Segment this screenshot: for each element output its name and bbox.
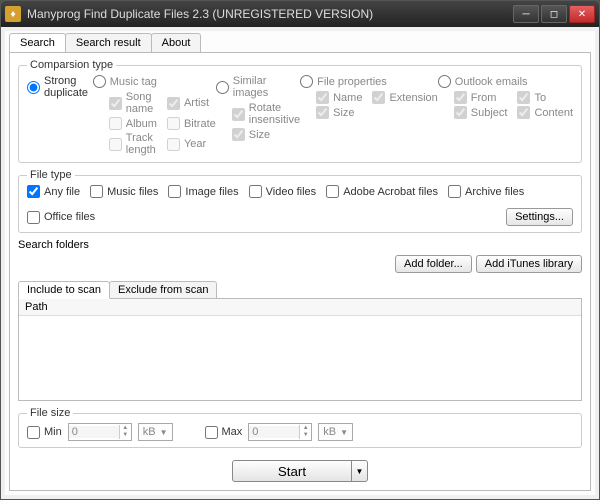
check-year[interactable]: Year	[167, 132, 216, 156]
check-fp-name[interactable]: Name	[316, 91, 362, 104]
filesize-group: File size Min ▲▼ kB▼ Max ▲▼ kB▼	[18, 407, 582, 448]
add-folder-button[interactable]: Add folder...	[395, 255, 472, 273]
radio-strong-duplicate[interactable]: Strong duplicate	[27, 75, 93, 99]
check-ol-to[interactable]: To	[517, 91, 573, 104]
radio-outlook-emails[interactable]: Outlook emails	[438, 75, 573, 88]
spin-up-icon[interactable]: ▲	[119, 425, 131, 432]
check-min-size[interactable]: Min	[27, 426, 62, 439]
minimize-button[interactable]: ─	[513, 5, 539, 23]
check-ol-subject[interactable]: Subject	[454, 106, 508, 119]
close-button[interactable]: ✕	[569, 5, 595, 23]
window-title: Manyprog Find Duplicate Files 2.3 (UNREG…	[27, 7, 513, 21]
filetype-group: File type Any file Music files Image fil…	[18, 169, 582, 233]
tab-about[interactable]: About	[151, 33, 202, 52]
check-album[interactable]: Album	[109, 117, 157, 130]
min-unit-select[interactable]: kB▼	[138, 423, 173, 441]
check-acrobat-files[interactable]: Adobe Acrobat files	[326, 185, 438, 198]
check-image-files[interactable]: Image files	[168, 185, 238, 198]
comparison-group: Comparsion type Strong duplicate Music t…	[18, 59, 582, 163]
titlebar[interactable]: ♦ Manyprog Find Duplicate Files 2.3 (UNR…	[1, 1, 599, 27]
radio-music-tag[interactable]: Music tag	[93, 75, 216, 88]
min-size-input[interactable]: ▲▼	[68, 423, 132, 441]
search-folders-label: Search folders	[18, 239, 582, 251]
check-song-name[interactable]: Song name	[109, 91, 157, 115]
tab-include-scan[interactable]: Include to scan	[18, 281, 110, 299]
check-max-size[interactable]: Max	[205, 426, 243, 439]
filetype-legend: File type	[27, 169, 75, 181]
tab-search-result[interactable]: Search result	[65, 33, 152, 52]
app-window: ♦ Manyprog Find Duplicate Files 2.3 (UNR…	[0, 0, 600, 500]
spin-down-icon[interactable]: ▼	[119, 432, 131, 439]
settings-button[interactable]: Settings...	[506, 208, 573, 226]
radio-similar-images[interactable]: Similar images	[216, 75, 300, 99]
radio-file-properties[interactable]: File properties	[300, 75, 438, 88]
check-video-files[interactable]: Video files	[249, 185, 317, 198]
check-office-files[interactable]: Office files	[27, 211, 95, 224]
add-itunes-button[interactable]: Add iTunes library	[476, 255, 582, 273]
check-ol-from[interactable]: From	[454, 91, 508, 104]
tab-search[interactable]: Search	[9, 33, 66, 52]
start-button[interactable]: Start	[232, 460, 352, 482]
max-size-input[interactable]: ▲▼	[248, 423, 312, 441]
app-icon: ♦	[5, 6, 21, 22]
check-similar-size[interactable]: Size	[232, 128, 300, 141]
check-ol-content[interactable]: Content	[517, 106, 573, 119]
tab-exclude-scan[interactable]: Exclude from scan	[109, 281, 217, 299]
search-panel: Comparsion type Strong duplicate Music t…	[9, 52, 591, 491]
spin-down-icon[interactable]: ▼	[299, 432, 311, 439]
path-list[interactable]: Path	[18, 298, 582, 401]
comparison-legend: Comparsion type	[27, 59, 116, 71]
check-fp-size[interactable]: Size	[316, 106, 362, 119]
maximize-button[interactable]: ◻	[541, 5, 567, 23]
chevron-down-icon: ▼	[340, 428, 348, 437]
filesize-legend: File size	[27, 407, 73, 419]
check-music-files[interactable]: Music files	[90, 185, 158, 198]
check-rotate-insensitive[interactable]: Rotate insensitive	[232, 102, 300, 126]
start-dropdown[interactable]: ▼	[352, 460, 368, 482]
max-unit-select[interactable]: kB▼	[318, 423, 353, 441]
check-bitrate[interactable]: Bitrate	[167, 117, 216, 130]
check-archive-files[interactable]: Archive files	[448, 185, 524, 198]
path-column-header[interactable]: Path	[19, 299, 581, 316]
chevron-down-icon: ▼	[160, 428, 168, 437]
check-track-length[interactable]: Track length	[109, 132, 157, 156]
check-any-file[interactable]: Any file	[27, 185, 80, 198]
main-tabs: Search Search result About	[5, 33, 595, 52]
check-fp-extension[interactable]: Extension	[372, 91, 437, 104]
check-artist[interactable]: Artist	[167, 91, 216, 115]
content-area: Search Search result About Comparsion ty…	[5, 31, 595, 495]
spin-up-icon[interactable]: ▲	[299, 425, 311, 432]
